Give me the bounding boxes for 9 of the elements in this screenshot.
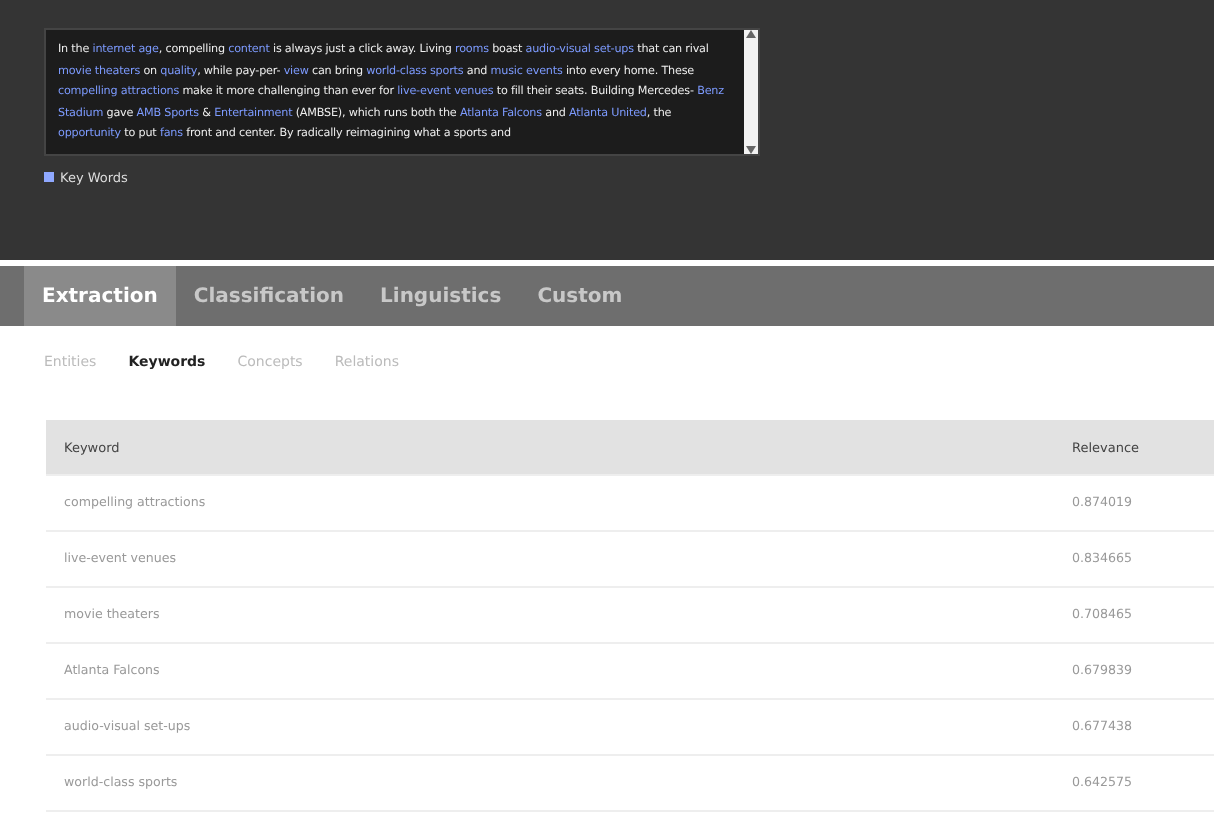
tab[interactable]: Linguistics	[362, 266, 520, 326]
scroll-up-icon[interactable]	[746, 30, 756, 38]
text-area[interactable]	[44, 28, 760, 155]
legend-swatch-icon	[44, 172, 54, 182]
tab[interactable]: Classification	[175, 266, 363, 326]
scrollbar[interactable]	[744, 30, 758, 153]
scroll-down-icon[interactable]	[746, 145, 756, 153]
tab[interactable]: Extraction	[24, 266, 176, 326]
tab[interactable]: Custom	[519, 266, 641, 326]
